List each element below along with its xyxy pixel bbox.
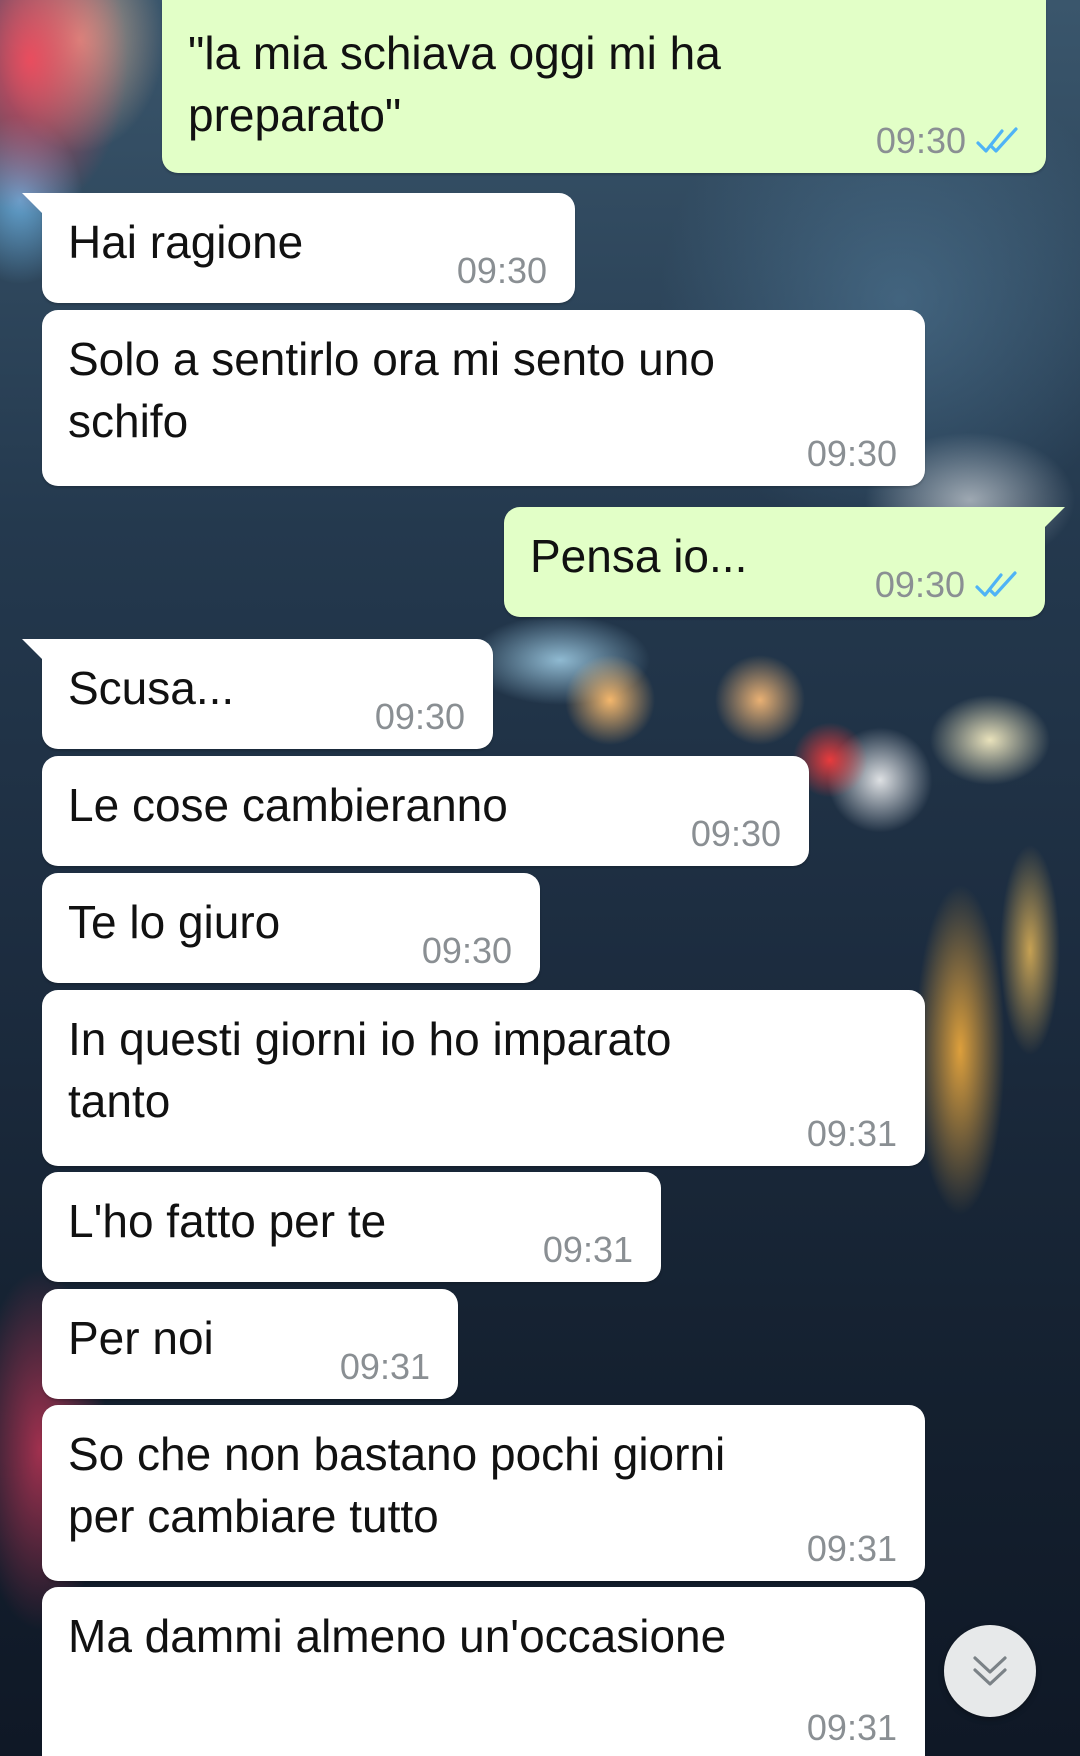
message-text: Le cose cambieranno (68, 779, 508, 831)
message-time: 09:30 (806, 433, 897, 474)
message-text: Hai ragione (68, 216, 304, 268)
message-meta: 09:30 (422, 931, 512, 971)
message-time: 09:30 (374, 696, 465, 737)
message-time: 09:30 (456, 250, 547, 291)
incoming-message[interactable]: Per noi 09:31 (42, 1289, 458, 1399)
chat-message-list[interactable]: "la mia schiava oggi mi ha preparato" 09… (0, 0, 1080, 1756)
message-text: "la mia schiava oggi mi ha preparato" (188, 27, 721, 141)
message-meta: 09:30 (876, 121, 1022, 161)
message-meta: 09:31 (543, 1230, 633, 1270)
message-text: Solo a sentirlo ora mi sento uno schifo (68, 333, 715, 447)
message-time: 09:30 (875, 120, 966, 161)
incoming-message[interactable]: Ma dammi almeno un'occasione 09:31 (42, 1587, 925, 1756)
incoming-message[interactable]: So che non bastano pochi giorni per camb… (42, 1405, 925, 1581)
message-time: 09:31 (806, 1113, 897, 1154)
message-meta: 09:30 (375, 697, 465, 737)
message-meta: 09:31 (807, 1529, 897, 1569)
message-text: In questi giorni io ho imparato tanto (68, 1013, 672, 1127)
message-meta: 09:31 (807, 1114, 897, 1154)
incoming-message[interactable]: Hai ragione 09:30 (22, 193, 575, 303)
message-time: 09:31 (339, 1346, 430, 1387)
message-text: L'ho fatto per te (68, 1195, 387, 1247)
message-meta: 09:31 (807, 1708, 897, 1748)
message-meta: 09:30 (807, 434, 897, 474)
incoming-message[interactable]: L'ho fatto per te 09:31 (42, 1172, 661, 1282)
scroll-to-bottom-button[interactable] (944, 1625, 1036, 1717)
message-text: Ma dammi almeno un'occasione (68, 1610, 727, 1662)
message-time: 09:30 (690, 813, 781, 854)
message-time: 09:31 (542, 1229, 633, 1270)
message-meta: 09:30 (457, 251, 547, 291)
incoming-message[interactable]: Le cose cambieranno 09:30 (42, 756, 809, 866)
message-meta: 09:30 (875, 565, 1021, 605)
message-meta: 09:31 (340, 1347, 430, 1387)
incoming-message[interactable]: In questi giorni io ho imparato tanto 09… (42, 990, 925, 1166)
message-text: Pensa io... (530, 530, 748, 582)
incoming-message[interactable]: Scusa... 09:30 (22, 639, 493, 749)
message-meta: 09:30 (691, 814, 781, 854)
message-time: 09:31 (806, 1528, 897, 1569)
message-text: Te lo giuro (68, 896, 281, 948)
incoming-message[interactable]: Te lo giuro 09:30 (42, 873, 540, 983)
outgoing-message[interactable]: Pensa io... 09:30 (504, 507, 1065, 617)
outgoing-message[interactable]: "la mia schiava oggi mi ha preparato" 09… (162, 0, 1046, 173)
message-time: 09:30 (421, 930, 512, 971)
message-text: Per noi (68, 1312, 214, 1364)
message-time: 09:31 (806, 1707, 897, 1748)
double-check-read-icon (975, 571, 1017, 597)
incoming-message[interactable]: Solo a sentirlo ora mi sento uno schifo … (42, 310, 925, 486)
message-time: 09:30 (874, 564, 965, 605)
double-chevron-down-icon (973, 1656, 1007, 1686)
message-text: Scusa... (68, 662, 235, 714)
message-text: So che non bastano pochi giorni per camb… (68, 1428, 726, 1542)
double-check-read-icon (976, 127, 1018, 153)
